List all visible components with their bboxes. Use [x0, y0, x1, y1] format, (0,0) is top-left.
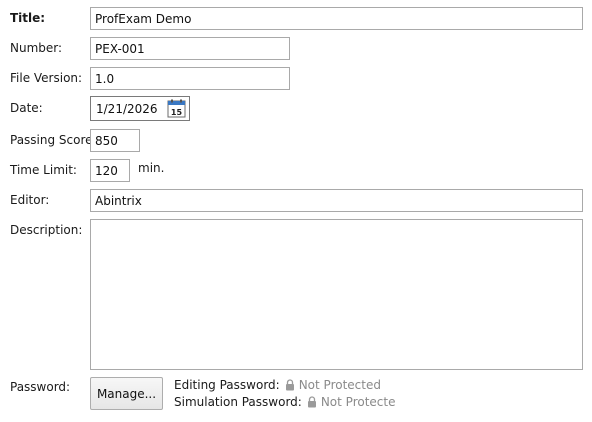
- calendar-day: 15: [171, 108, 183, 117]
- title-input[interactable]: [90, 7, 583, 30]
- simulation-password-status: Not Protecte: [320, 395, 396, 409]
- date-value[interactable]: 1/21/2026: [91, 102, 167, 116]
- passing-score-input[interactable]: [90, 129, 140, 152]
- file-version-input[interactable]: [90, 67, 290, 90]
- editing-password-status: Not Protected: [298, 378, 381, 392]
- editing-password-label: Editing Password:: [174, 378, 280, 392]
- number-input[interactable]: [90, 37, 290, 60]
- lock-icon: [285, 379, 294, 391]
- title-label: Title:: [10, 11, 46, 25]
- properties-form: Title: Number: File Version: Date: 1/21/…: [0, 0, 592, 422]
- date-picker[interactable]: 1/21/2026 15: [90, 96, 190, 121]
- editor-input[interactable]: [90, 189, 583, 212]
- lock-icon: [307, 396, 316, 408]
- date-label: Date:: [10, 101, 43, 115]
- number-label: Number:: [10, 41, 63, 55]
- manage-password-button[interactable]: Manage...: [90, 377, 163, 410]
- editing-password-row: Editing Password: Not Protected: [174, 378, 381, 392]
- description-textarea[interactable]: [90, 219, 583, 370]
- description-label: Description:: [10, 223, 83, 237]
- time-limit-unit: min.: [138, 161, 165, 175]
- file-version-label: File Version:: [10, 71, 83, 85]
- editor-label: Editor:: [10, 193, 50, 207]
- simulation-password-label: Simulation Password:: [174, 395, 302, 409]
- passing-score-label: Passing Score:: [10, 133, 97, 147]
- simulation-password-row: Simulation Password: Not Protecte: [174, 395, 395, 409]
- calendar-icon[interactable]: 15: [167, 99, 186, 118]
- time-limit-label: Time Limit:: [10, 163, 77, 177]
- password-label: Password:: [10, 380, 71, 394]
- time-limit-input[interactable]: [90, 159, 130, 182]
